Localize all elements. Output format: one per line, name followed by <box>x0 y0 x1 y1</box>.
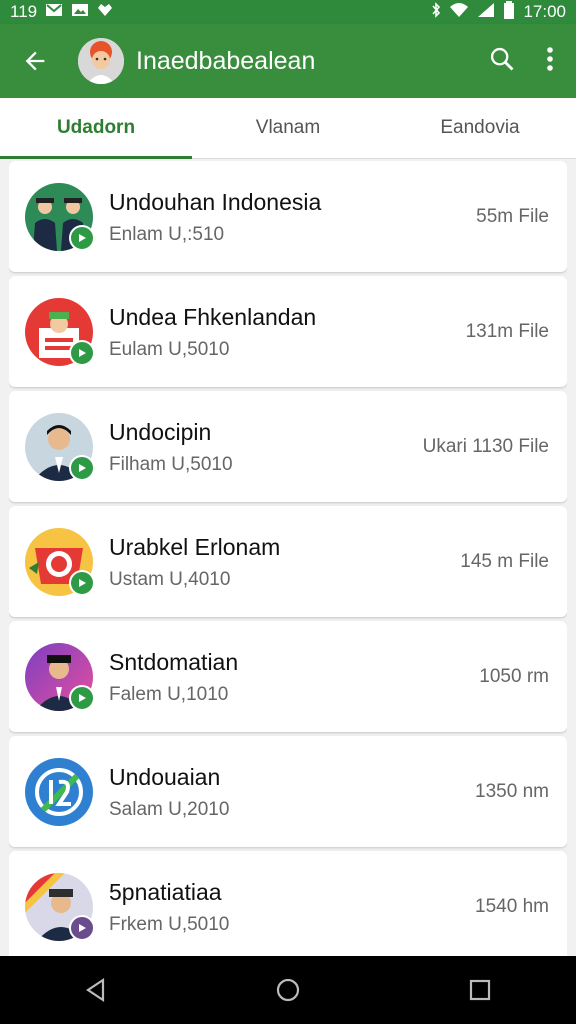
item-thumbnail <box>25 642 95 711</box>
bluetooth-icon <box>431 1 441 23</box>
item-title: Urabkel Erlonam <box>109 533 281 560</box>
signal-icon <box>477 2 495 23</box>
tab-vlanam[interactable]: Vlanam <box>192 98 384 158</box>
triangle-back-icon <box>86 977 105 1003</box>
more-vertical-icon <box>547 46 553 71</box>
play-badge-icon <box>69 454 95 481</box>
status-time-left: 119 <box>10 2 38 21</box>
tab-bar: Udadorn Vlanam Eandovia <box>0 98 576 159</box>
list-item[interactable]: 5pnatiatiaa Frkem U,5010 1540 hm <box>9 851 567 956</box>
item-size: 1540 hm <box>475 895 549 917</box>
item-subtitle: Falem U,1010 <box>109 683 229 705</box>
item-text: Undea Fhkenlandan Eulam U,5010 <box>109 303 466 361</box>
list-item[interactable]: Undea Fhkenlandan Eulam U,5010 131m File <box>9 276 567 387</box>
app-bar-actions <box>488 45 554 78</box>
item-size: Ukari 1130 File <box>422 435 549 457</box>
app-bar: Inaedbabealean <box>0 24 576 98</box>
search-icon <box>490 47 514 70</box>
list-item[interactable]: Undouaian Salam U,2010 1350 nm <box>9 736 567 847</box>
photo-icon <box>71 2 89 22</box>
status-left: 119 <box>10 2 113 22</box>
item-thumbnail <box>25 412 95 481</box>
item-size: 55m File <box>476 205 549 227</box>
item-subtitle: Filham U,5010 <box>109 453 233 475</box>
status-time-right: 17:00 <box>523 2 566 21</box>
item-subtitle: Eulam U,5010 <box>109 338 230 360</box>
back-button[interactable] <box>0 24 70 98</box>
item-thumbnail <box>25 757 93 826</box>
nav-home-button[interactable] <box>258 960 318 1020</box>
item-size: 131m File <box>465 320 549 342</box>
nav-recents-button[interactable] <box>450 960 510 1020</box>
heart-icon <box>97 2 113 22</box>
status-bar: 119 17:00 <box>0 0 576 24</box>
tab-udadorn[interactable]: Udadorn <box>0 98 192 159</box>
more-options-button[interactable] <box>546 45 554 78</box>
play-badge-icon <box>69 914 95 941</box>
list-item[interactable]: Undouhan Indonesia Enlam U,:510 55m File <box>9 161 567 272</box>
play-badge-icon <box>69 224 95 251</box>
status-right: 17:00 <box>431 0 566 24</box>
item-subtitle: Salam U,2010 <box>109 798 230 820</box>
item-text: Sntdomatian Falem U,1010 <box>109 648 479 706</box>
nav-back-button[interactable] <box>66 960 126 1020</box>
item-title: Undocipin <box>109 418 212 445</box>
item-thumbnail <box>25 527 95 596</box>
square-recents-icon <box>469 979 491 1001</box>
item-subtitle: Enlam U,:510 <box>109 223 225 245</box>
item-thumbnail <box>25 297 95 366</box>
item-text: Undouhan Indonesia Enlam U,:510 <box>109 188 476 246</box>
item-title: Sntdomatian <box>109 648 239 675</box>
download-list: Undouhan Indonesia Enlam U,:510 55m File <box>9 161 567 956</box>
avatar[interactable] <box>78 38 124 84</box>
battery-icon <box>503 0 515 24</box>
list-item[interactable]: Undocipin Filham U,5010 Ukari 1130 File <box>9 391 567 502</box>
item-text: Undouaian Salam U,2010 <box>109 763 475 821</box>
play-badge-icon <box>69 684 95 711</box>
system-nav-bar <box>0 956 576 1024</box>
item-title: 5pnatiatiaa <box>109 878 222 905</box>
item-text: Undocipin Filham U,5010 <box>109 418 423 476</box>
play-badge-icon <box>69 569 95 596</box>
item-text: 5pnatiatiaa Frkem U,5010 <box>109 878 475 936</box>
search-button[interactable] <box>488 45 516 78</box>
item-subtitle: Ustam U,4010 <box>109 568 231 590</box>
gmail-icon <box>45 2 63 22</box>
item-subtitle: Frkem U,5010 <box>109 913 230 935</box>
item-thumbnail <box>25 182 95 251</box>
item-size: 1050 rm <box>479 665 549 687</box>
item-size: 145 m File <box>460 550 549 572</box>
item-text: Urabkel Erlonam Ustam U,4010 <box>109 533 460 591</box>
list-item[interactable]: Sntdomatian Falem U,1010 1050 rm <box>9 621 567 732</box>
page-title: Inaedbabealean <box>136 46 316 75</box>
item-thumbnail <box>25 872 95 941</box>
tab-eandovia[interactable]: Eandovia <box>384 98 576 158</box>
item-size: 1350 nm <box>475 780 549 802</box>
item-title: Undouhan Indonesia <box>109 188 322 215</box>
play-badge-icon <box>69 339 95 366</box>
item-title: Undea Fhkenlandan <box>109 303 317 330</box>
circle-home-icon <box>276 978 300 1002</box>
list-item[interactable]: Urabkel Erlonam Ustam U,4010 145 m File <box>9 506 567 617</box>
wifi-icon <box>449 2 469 23</box>
arrow-left-icon <box>25 51 45 71</box>
item-title: Undouaian <box>109 763 221 790</box>
